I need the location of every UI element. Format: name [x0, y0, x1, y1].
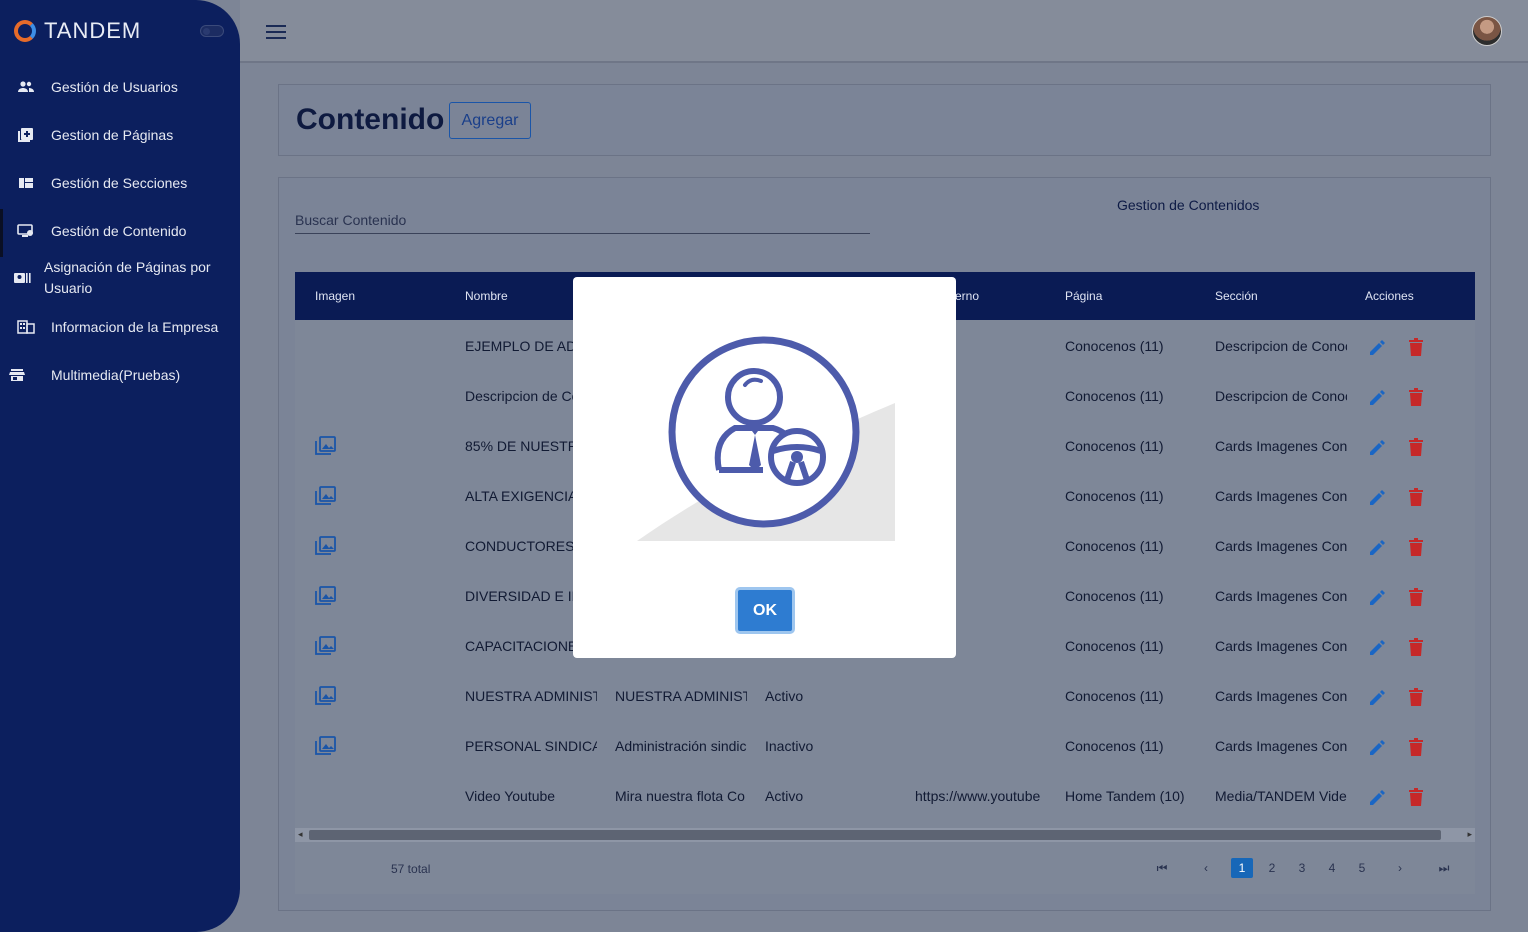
sidebar-item-label: Multimedia(Pruebas)	[51, 367, 181, 383]
sidebar-item-label: Gestion de Páginas	[51, 127, 174, 143]
sections-icon	[19, 178, 33, 188]
sidebar-item-label: Gestión de Secciones	[51, 175, 188, 191]
sidebar-item-label: Asignación de Páginas por Usuario	[44, 259, 211, 296]
store-icon	[9, 369, 25, 381]
theme-toggle[interactable]	[200, 25, 224, 37]
brand-name: TANDEM	[44, 18, 142, 43]
brand: TANDEM	[14, 18, 141, 44]
sidebar: TANDEM Gestión de Usuarios Gestion de Pá…	[0, 0, 240, 932]
sidebar-item-label: Gestión de Usuarios	[51, 79, 178, 95]
assign-icon	[14, 273, 31, 283]
sidebar-item-label: Informacion de la Empresa	[51, 319, 219, 335]
loading-modal: OK	[573, 277, 956, 658]
ok-button[interactable]: OK	[735, 587, 795, 634]
sidebar-item-label: Gestión de Contenido	[51, 223, 187, 239]
users-icon	[18, 81, 34, 92]
company-icon	[17, 320, 35, 334]
content-icon	[17, 224, 33, 237]
add-page-icon	[18, 128, 33, 142]
toggle-knob	[203, 28, 210, 35]
tandem-logo-icon	[14, 20, 36, 42]
driver-illustration-icon	[637, 336, 895, 541]
